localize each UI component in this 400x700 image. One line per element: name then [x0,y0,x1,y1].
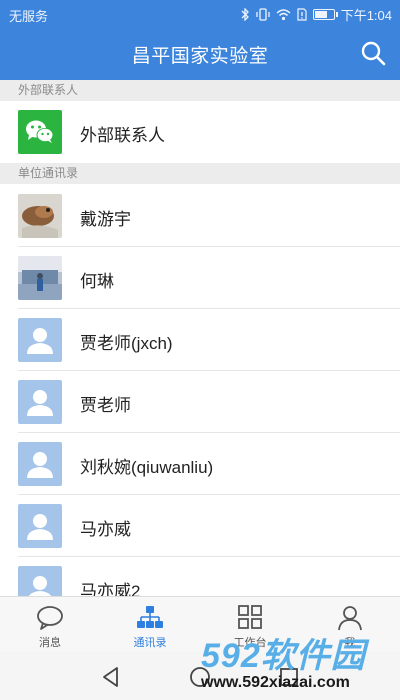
tab-label: 通讯录 [133,637,167,649]
contact-name: 外部联系人 [80,126,165,145]
bluetooth-icon [241,8,249,21]
org-chart-icon [137,606,163,628]
contact-name: 马亦威2 [80,582,141,596]
contact-list[interactable]: 外部联系人 外部联系人 单位通讯录 戴游宇 何琳 贾老师(jxch) 贾老师 刘… [0,80,400,596]
contact-name: 马亦威 [80,520,131,539]
contact-name: 贾老师 [80,396,131,415]
status-icons: 下午1:04 [241,5,392,24]
default-user-icon [18,318,62,362]
contact-row-external[interactable]: 外部联系人 [0,101,400,163]
section-header-directory: 单位通讯录 [0,163,400,184]
contact-row[interactable]: 戴游宇 [0,184,400,247]
status-time: 下午1:04 [340,8,392,23]
photo-avatar [18,256,62,300]
default-user-icon [18,566,62,596]
tab-contacts[interactable]: 通讯录 [100,597,200,652]
battery-icon [312,9,338,20]
default-user-icon [18,380,62,424]
section-header-external: 外部联系人 [0,80,400,101]
wifi-icon [276,8,291,20]
contact-name: 刘秋婉(qiuwanliu) [80,458,214,477]
carrier-label: 无服务 [9,9,49,24]
watermark: 592软件园 www.592xiazai.com [195,628,400,700]
tab-messages[interactable]: 消息 [0,597,100,652]
app-header: 昌平国家实验室 [0,26,400,80]
page-title: 昌平国家实验室 [131,46,269,67]
status-bar: 无服务 下午1:04 [0,0,400,26]
tab-label: 消息 [39,637,61,649]
contact-row[interactable]: 贾老师 [0,371,400,433]
photo-avatar [18,194,62,238]
contact-row[interactable]: 贾老师(jxch) [0,309,400,371]
contact-row[interactable]: 马亦威2 [0,557,400,596]
vibrate-icon [256,8,270,21]
default-user-icon [18,504,62,548]
search-icon[interactable] [360,40,386,66]
chat-bubble-icon [37,606,63,630]
contact-row[interactable]: 刘秋婉(qiuwanliu) [0,433,400,495]
contact-row[interactable]: 马亦威 [0,495,400,557]
default-user-icon [18,442,62,486]
wechat-icon [18,110,62,154]
sim-alert-icon [297,8,307,21]
watermark-logo: 592软件园 [201,637,366,675]
contact-name: 贾老师(jxch) [80,334,173,353]
contact-name: 戴游宇 [80,210,131,229]
contact-row[interactable]: 何琳 [0,247,400,309]
watermark-url: www.592xiazai.com [201,674,350,691]
contact-name: 何琳 [80,272,114,291]
back-triangle-icon[interactable] [98,664,124,690]
